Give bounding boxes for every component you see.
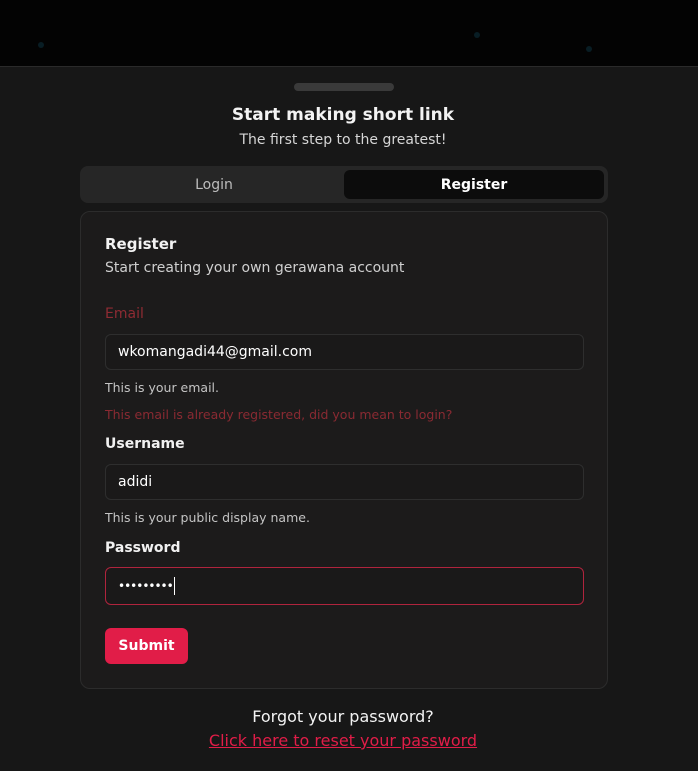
email-help-text: This is your email. [105, 380, 220, 395]
card-description: Start creating your own gerawana account [105, 260, 405, 276]
backdrop-dot [38, 42, 44, 48]
reset-password-link[interactable]: Click here to reset your password [0, 731, 686, 750]
drawer-handle[interactable] [294, 83, 394, 91]
email-label: Email [105, 306, 144, 322]
password-label: Password [105, 540, 181, 556]
username-help-text: This is your public display name. [105, 510, 310, 525]
text-caret [173, 577, 175, 595]
page-backdrop [0, 0, 698, 66]
page-title: Start making short link [231, 105, 455, 125]
email-value: wkomangadi44@gmail.com [118, 344, 313, 360]
backdrop-dot [586, 46, 592, 52]
submit-button[interactable]: Submit [105, 628, 188, 664]
email-error-message: This email is already registered, did yo… [105, 407, 453, 422]
password-value: ••••••••• [118, 579, 174, 593]
card-title: Register [105, 235, 177, 253]
auth-sheet: Start making short link The first step t… [0, 66, 698, 771]
register-card: Register Start creating your own gerawan… [80, 211, 608, 689]
email-field[interactable]: wkomangadi44@gmail.com [105, 334, 584, 370]
username-field[interactable]: adidi [105, 464, 584, 500]
forgot-password-text: Forgot your password? [252, 707, 434, 726]
username-value: adidi [118, 474, 153, 490]
username-label: Username [105, 436, 185, 452]
tab-login[interactable]: Login [84, 170, 344, 199]
tab-register[interactable]: Register [344, 170, 604, 199]
auth-tabs: Login Register [80, 166, 608, 203]
page-subtitle: The first step to the greatest! [239, 132, 447, 148]
password-field[interactable]: ••••••••• [105, 567, 584, 605]
backdrop-dot [474, 32, 480, 38]
